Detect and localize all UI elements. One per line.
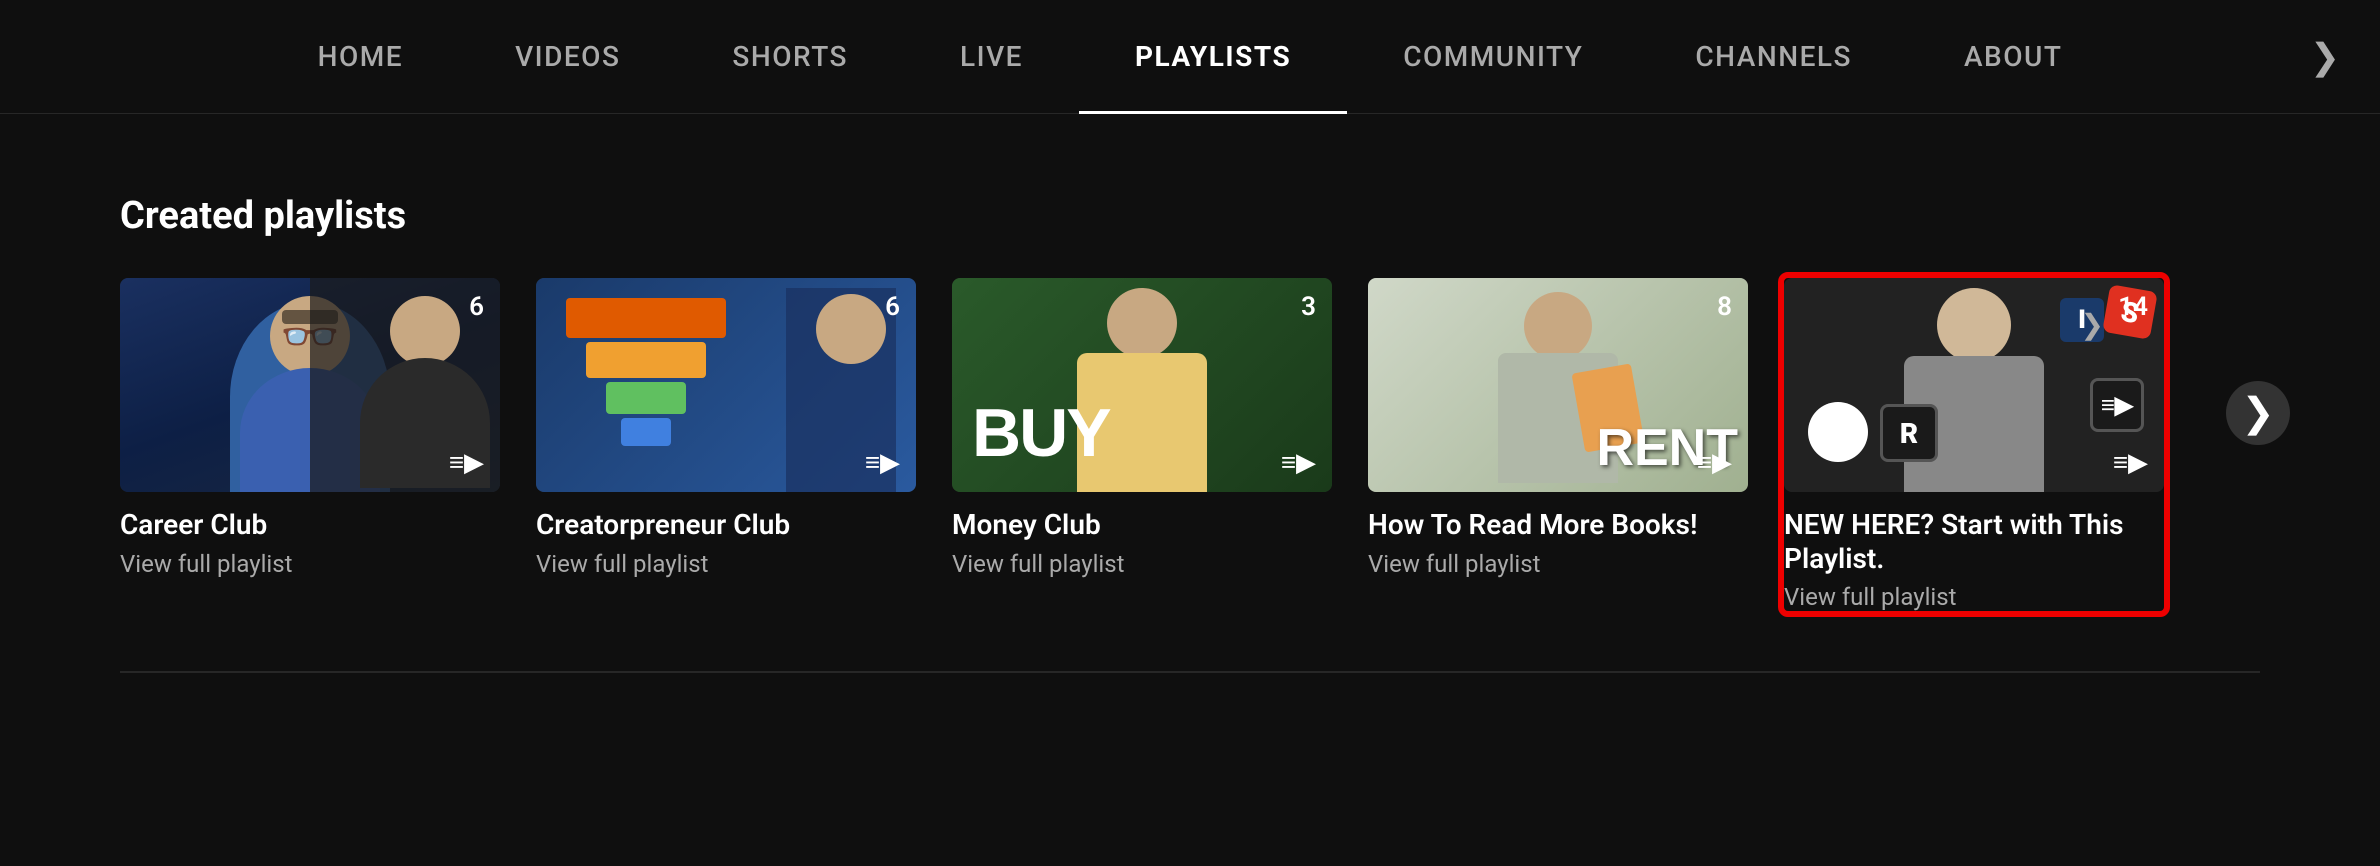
- playlist-sub-career: View full playlist: [120, 550, 500, 578]
- nav-shorts[interactable]: SHORTS: [676, 0, 904, 114]
- nav-channels[interactable]: CHANNELS: [1639, 0, 1908, 114]
- navigation-bar: HOME VIDEOS SHORTS LIVE PLAYLISTS COMMUN…: [0, 0, 2380, 114]
- playlist-queue-career: ≡▶: [449, 447, 484, 478]
- main-content: Created playlists 6 ≡▶ Career Club V: [0, 114, 2380, 671]
- playlist-queue-new: ≡▶: [2113, 447, 2148, 478]
- playlist-thumb-books: RENT 8 ≡▶: [1368, 278, 1748, 492]
- playlist-count-career: 6: [469, 292, 484, 322]
- playlist-card-creatorpreneur[interactable]: 6 ≡▶ Creatorpreneur Club View full playl…: [536, 278, 916, 578]
- nav-items: HOME VIDEOS SHORTS LIVE PLAYLISTS COMMUN…: [262, 0, 2119, 114]
- nav-live[interactable]: LIVE: [904, 0, 1079, 114]
- playlist-next-arrow[interactable]: ❯: [2226, 381, 2290, 445]
- playlist-sub-money: View full playlist: [952, 550, 1332, 578]
- nav-more-arrow[interactable]: ❯: [2310, 36, 2340, 78]
- playlist-card-career-club[interactable]: 6 ≡▶ Career Club View full playlist: [120, 278, 500, 578]
- playlist-thumb-new: ▲ R I S ❯ ≡▶ 14 ≡▶: [1784, 278, 2164, 492]
- playlist-name-career: Career Club: [120, 508, 500, 542]
- playlist-name-books: How To Read More Books!: [1368, 508, 1748, 542]
- playlist-card-books[interactable]: RENT 8 ≡▶ How To Read More Books! View f…: [1368, 278, 1748, 578]
- playlist-card-money[interactable]: BUY 3 ≡▶ Money Club View full playlist: [952, 278, 1332, 578]
- nav-playlists[interactable]: PLAYLISTS: [1079, 0, 1347, 114]
- playlist-count-creatorpreneur: 6: [885, 292, 900, 322]
- playlist-thumb-career: 6 ≡▶: [120, 278, 500, 492]
- playlist-sub-creatorpreneur: View full playlist: [536, 550, 916, 578]
- playlist-thumb-money: BUY 3 ≡▶: [952, 278, 1332, 492]
- bottom-divider: [120, 671, 2260, 673]
- playlist-queue-money: ≡▶: [1281, 447, 1316, 478]
- playlist-grid: 6 ≡▶ Career Club View full playlist: [120, 278, 2260, 611]
- playlist-card-new-here[interactable]: ▲ R I S ❯ ≡▶ 14 ≡▶ NEW HERE? Start with …: [1784, 278, 2164, 611]
- playlist-sub-new: View full playlist: [1784, 583, 2164, 611]
- nav-videos[interactable]: VIDEOS: [459, 0, 676, 114]
- nav-community[interactable]: COMMUNITY: [1347, 0, 1639, 114]
- playlist-count-new: 14: [2118, 292, 2148, 322]
- playlist-count-money: 3: [1301, 292, 1316, 322]
- playlist-queue-creatorpreneur: ≡▶: [865, 447, 900, 478]
- section-title: Created playlists: [120, 194, 2260, 238]
- nav-about[interactable]: ABOUT: [1908, 0, 2118, 114]
- playlist-name-new: NEW HERE? Start with This Playlist.: [1784, 508, 2164, 575]
- playlist-name-creatorpreneur: Creatorpreneur Club: [536, 508, 916, 542]
- playlist-queue-books: ≡▶: [1697, 447, 1732, 478]
- playlist-sub-books: View full playlist: [1368, 550, 1748, 578]
- playlist-count-books: 8: [1717, 292, 1732, 322]
- nav-home[interactable]: HOME: [262, 0, 459, 114]
- playlist-name-money: Money Club: [952, 508, 1332, 542]
- playlist-thumb-creatorpreneur: 6 ≡▶: [536, 278, 916, 492]
